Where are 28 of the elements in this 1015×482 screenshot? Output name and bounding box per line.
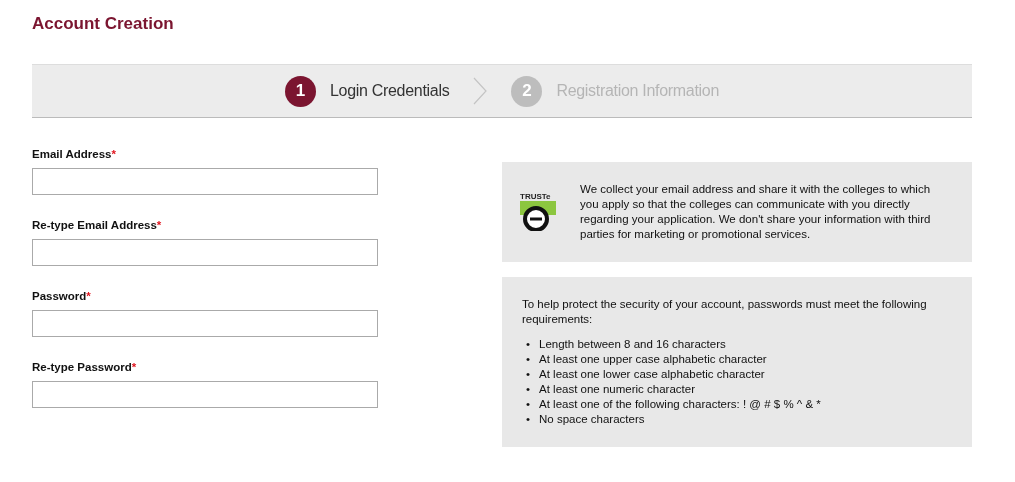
input-field[interactable]	[32, 381, 378, 408]
bullet: •	[526, 412, 531, 427]
chevron-icon	[473, 77, 488, 105]
field-label: Email Address*	[32, 148, 117, 160]
input-field[interactable]	[32, 168, 378, 195]
bullet: •	[526, 367, 531, 382]
step-number[interactable]: 1	[284, 75, 316, 107]
requirement-text: At least one upper case alphabetic character	[539, 352, 767, 367]
requirement-text: No space characters	[539, 412, 645, 427]
privacy-text: We collect your email address and share it with the colleges to which you apply so that the colleges can communicate with you directly regarding your application. We don't share your information with third parties for marketing or promotional services.	[580, 182, 932, 242]
requirement-text: At least one of the following characters: ! @ # $ % ^ & *	[539, 397, 821, 412]
bullet: •	[526, 382, 531, 397]
requirements-intro: To help protect the security of your account, passwords must meet the following requirements:	[522, 297, 928, 327]
input-field[interactable]	[32, 310, 378, 337]
requirement-text: Length between 8 and 16 characters	[539, 337, 726, 352]
step-label[interactable]: Login Credentials	[329, 82, 450, 100]
input-field[interactable]	[32, 239, 378, 266]
bullet: •	[526, 397, 531, 412]
requirement-text: At least one lower case alphabetic character	[539, 367, 765, 382]
requirement-text: At least one numeric character	[539, 382, 695, 397]
badge-label: TRUSTe	[520, 192, 551, 201]
bullet: •	[526, 337, 531, 352]
page-title: Account Creation	[32, 14, 175, 34]
seal-icon	[520, 201, 556, 231]
bullet: •	[526, 352, 531, 367]
field-label: Re-type Email Address*	[32, 219, 163, 231]
field-label: Password*	[32, 290, 92, 302]
field-label: Re-type Password*	[32, 361, 138, 373]
